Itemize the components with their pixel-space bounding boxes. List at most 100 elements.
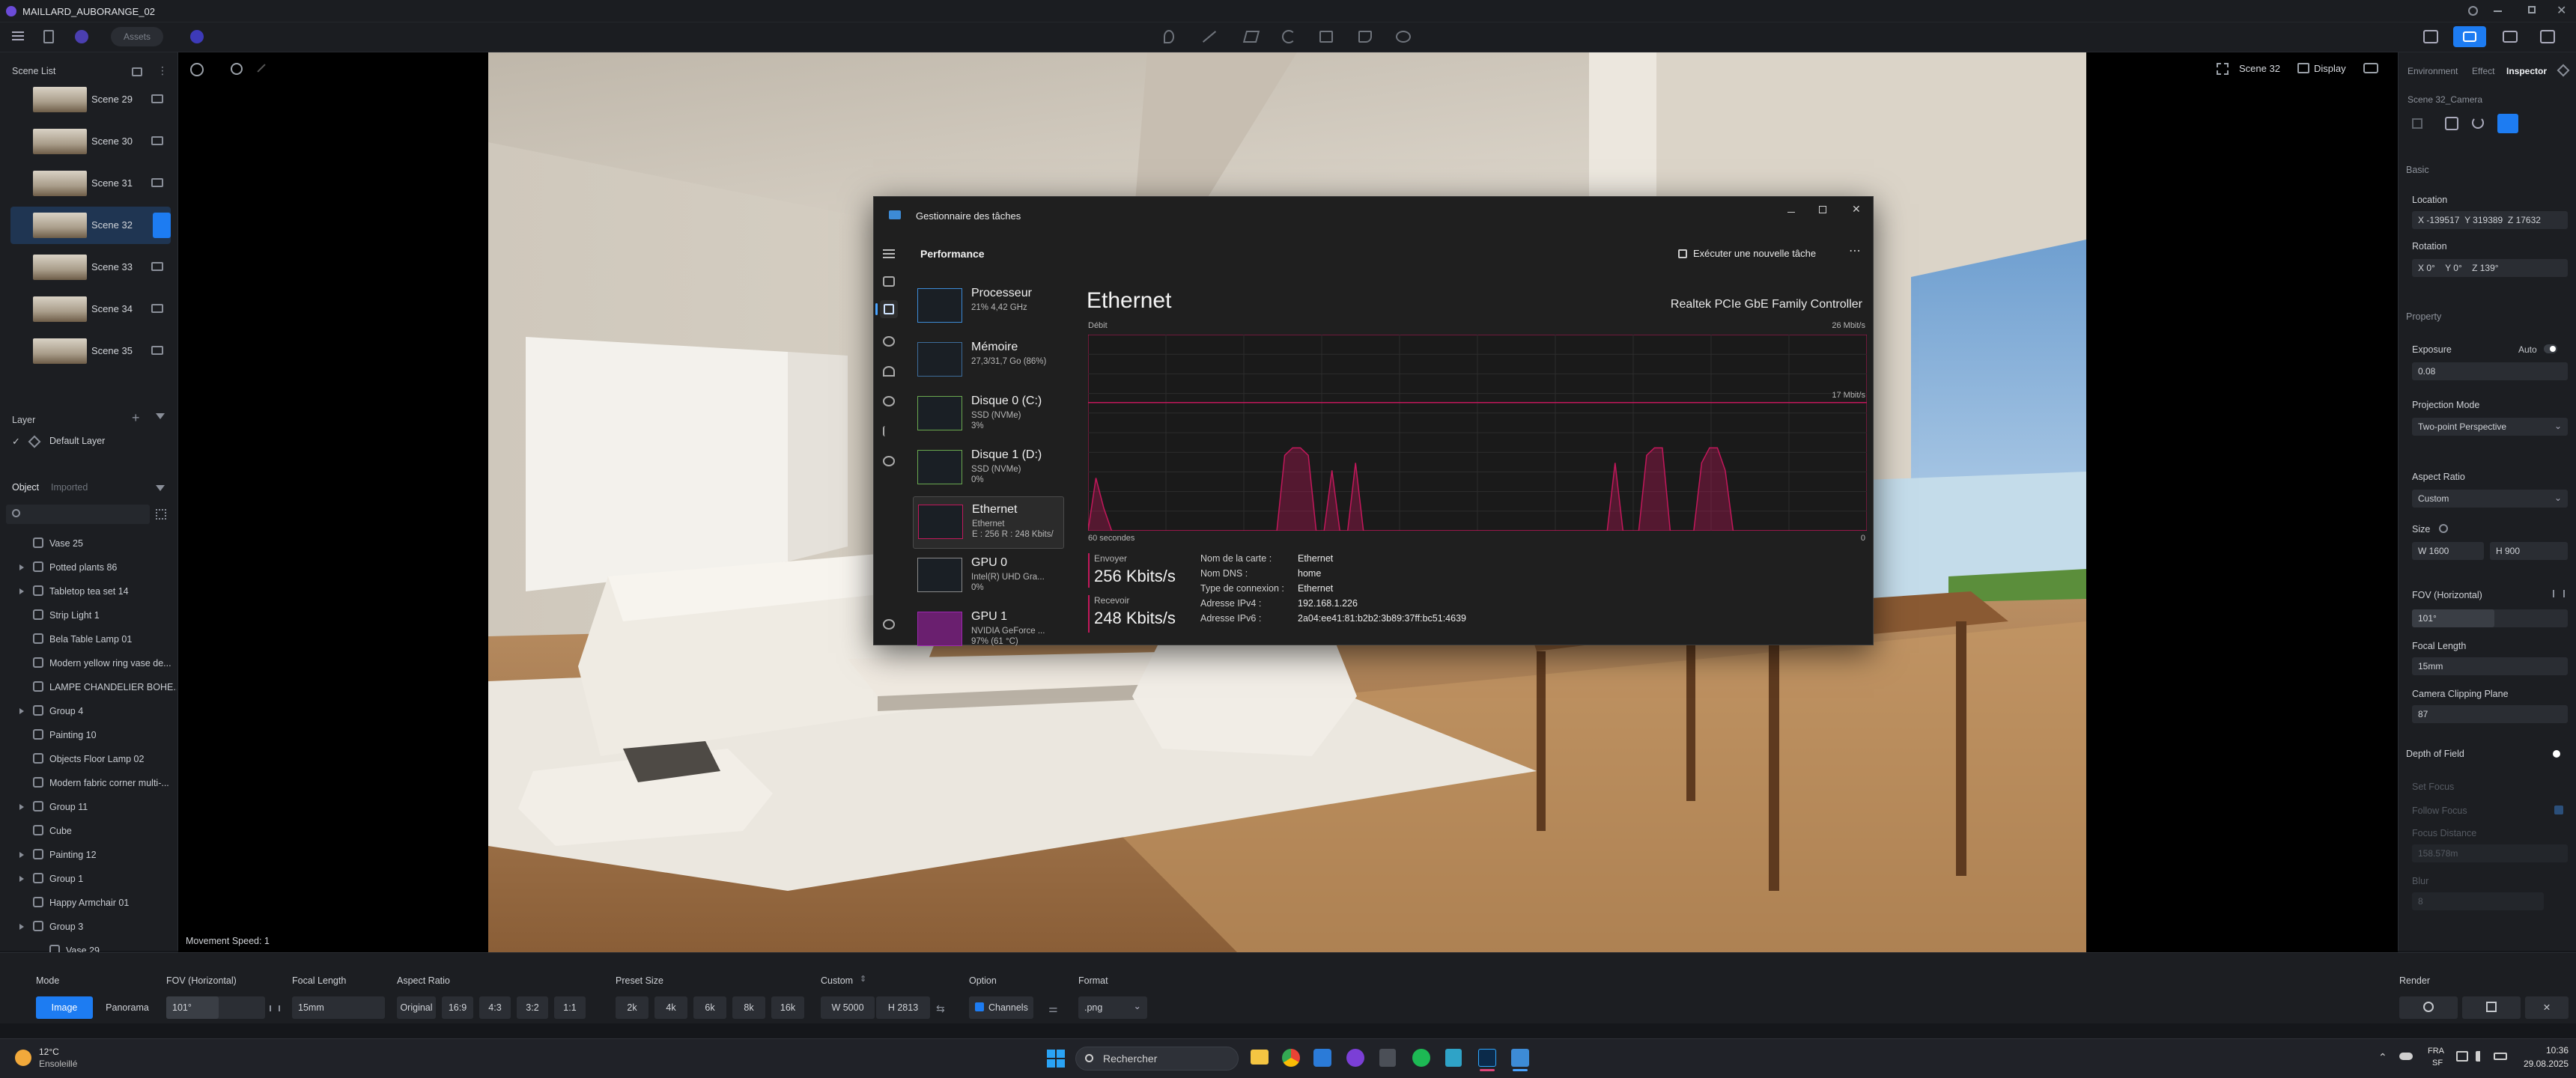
menu-icon[interactable] <box>12 31 24 40</box>
chrome-icon[interactable] <box>1282 1049 1300 1067</box>
layout-tool-icon[interactable] <box>1319 31 1333 43</box>
new-task-button[interactable]: Exécuter une nouvelle tâche <box>1678 248 1816 259</box>
check-icon[interactable]: ✓ <box>12 436 20 448</box>
format-select[interactable]: .png ⌄ <box>1078 996 1147 1019</box>
object-row[interactable]: Potted plants 86 <box>0 555 178 579</box>
unlink-icon[interactable] <box>2439 524 2448 533</box>
property-heading[interactable]: Property <box>2406 311 2441 322</box>
expand-arrow-icon[interactable] <box>19 804 24 810</box>
more-icon[interactable]: ⋮ <box>157 64 168 77</box>
weather-icon[interactable] <box>15 1050 31 1066</box>
object-row[interactable]: Group 11 <box>0 795 178 819</box>
scene-item[interactable]: Scene 30 <box>10 123 171 160</box>
aspect-ratio-select[interactable]: Custom ⌄ <box>2412 490 2568 508</box>
scene-item[interactable]: Scene 33 <box>10 249 171 286</box>
fov-expand-icon[interactable] <box>2553 590 2565 597</box>
planet-icon[interactable] <box>190 30 204 43</box>
task-manager-window[interactable]: Gestionnaire des tâches ✕ Performance Ex… <box>873 196 1874 646</box>
performance-item[interactable]: Ethernet Ethernet E : 256 R : 248 Kbits/ <box>913 496 1064 549</box>
language-sf[interactable]: SF <box>2432 1059 2443 1068</box>
target-icon[interactable] <box>2445 117 2458 130</box>
tab-effect[interactable]: Effect <box>2472 66 2494 76</box>
language-fra[interactable]: FRA <box>2428 1047 2444 1056</box>
aspect-option-button[interactable]: 1:1 <box>554 996 586 1019</box>
tag-tool-icon[interactable] <box>1358 31 1372 43</box>
fov-width-icon[interactable] <box>270 1005 280 1011</box>
layers-tool-icon[interactable] <box>1396 31 1411 43</box>
custom-sort-icon[interactable]: ⇕ <box>860 974 866 984</box>
scene-item[interactable]: Scene 32 <box>10 207 171 244</box>
object-row[interactable]: Cube <box>0 819 178 843</box>
object-row[interactable]: Happy Armchair 01 <box>0 891 178 915</box>
exposure-auto-toggle[interactable] <box>2544 344 2557 353</box>
object-row[interactable]: LAMPE CHANDELIER BOHE... <box>0 675 178 699</box>
object-row[interactable]: Group 1 <box>0 867 178 891</box>
performance-item[interactable]: GPU 0 Intel(R) UHD Gra... 0% <box>913 550 1064 603</box>
preset-size-button[interactable]: 8k <box>732 996 765 1019</box>
dof-toggle[interactable] <box>2553 750 2560 758</box>
object-row[interactable]: Objects Floor Lamp 02 <box>0 747 178 771</box>
pin-icon[interactable] <box>2557 64 2570 77</box>
performance-item[interactable]: GPU 1 NVIDIA GeForce ... 97% (61 °C) <box>913 604 1064 657</box>
photoshop-icon[interactable] <box>1478 1049 1496 1067</box>
fov-slider[interactable]: 101° <box>2412 609 2568 627</box>
users-icon[interactable] <box>883 396 895 406</box>
app-store-icon[interactable] <box>1313 1049 1331 1067</box>
option-settings-icon[interactable]: ⚌ <box>1048 1002 1058 1015</box>
globe-icon[interactable] <box>75 30 88 43</box>
camera-icon[interactable] <box>153 213 171 238</box>
frame-icon[interactable] <box>2412 118 2422 129</box>
shape-tool-icon[interactable] <box>1242 31 1260 43</box>
camera-icon[interactable] <box>151 262 163 271</box>
focal-bottom-field[interactable]: 15mm <box>292 996 385 1019</box>
follow-focus-checkbox[interactable] <box>2554 806 2563 814</box>
tm-minimize-button[interactable] <box>1787 212 1795 213</box>
reset-icon[interactable] <box>2472 117 2484 129</box>
object-row[interactable]: Vase 25 <box>0 532 178 555</box>
camera-icon[interactable] <box>151 136 163 145</box>
volume-icon[interactable] <box>2476 1051 2486 1062</box>
exposure-slider[interactable]: 0.08 <box>2412 362 2568 380</box>
processes-icon[interactable] <box>883 276 895 287</box>
channels-button[interactable]: Channels <box>969 996 1033 1019</box>
scene-camera-icon[interactable] <box>2217 63 2229 75</box>
object-row[interactable]: Strip Light 1 <box>0 603 178 627</box>
pin-tool-icon[interactable] <box>1164 30 1174 43</box>
clock-time[interactable]: 10:36 <box>2524 1045 2569 1056</box>
preset-size-button[interactable]: 16k <box>771 996 804 1019</box>
battery-icon[interactable] <box>2494 1053 2507 1060</box>
tab-imported[interactable]: Imported <box>51 482 88 493</box>
object-row[interactable]: Tabletop tea set 14 <box>0 579 178 603</box>
expand-arrow-icon[interactable] <box>19 708 24 714</box>
basic-heading[interactable]: Basic <box>2406 165 2429 175</box>
inbox-icon[interactable] <box>2540 30 2555 43</box>
object-row[interactable]: Modern yellow ring vase de... <box>0 651 178 675</box>
rotate-tool-icon[interactable] <box>1282 30 1295 43</box>
mode-image-button[interactable]: Image <box>36 996 93 1019</box>
performance-item[interactable]: Mémoire 27,3/31,7 Go (86%) <box>913 335 1064 387</box>
services-icon[interactable] <box>883 456 895 466</box>
maximize-button[interactable] <box>2528 6 2536 13</box>
help-icon[interactable] <box>2468 6 2478 16</box>
spotify-icon[interactable] <box>1412 1049 1430 1067</box>
add-layer-icon[interactable]: + <box>132 410 140 426</box>
video-icon[interactable] <box>2503 31 2518 43</box>
focal-length-field[interactable]: 15mm <box>2412 657 2568 675</box>
object-row[interactable]: Group 3 <box>0 915 178 939</box>
object-row[interactable]: Painting 12 <box>0 843 178 867</box>
aspect-option-button[interactable]: 4:3 <box>479 996 511 1019</box>
object-row[interactable]: Painting 10 <box>0 723 178 747</box>
camera-icon[interactable] <box>151 178 163 187</box>
measure-tool-icon[interactable] <box>1202 31 1217 43</box>
share-icon[interactable] <box>2423 30 2438 43</box>
grid-view-icon[interactable] <box>156 509 166 520</box>
size-width-field[interactable]: W 1600 <box>2412 542 2484 560</box>
display-icon[interactable] <box>2297 63 2309 73</box>
camera-icon[interactable] <box>151 94 163 103</box>
camera-icon[interactable] <box>151 304 163 313</box>
onedrive-icon[interactable] <box>2399 1053 2413 1060</box>
performance-item[interactable]: Disque 0 (C:) SSD (NVMe) 3% <box>913 389 1064 441</box>
taskbar-search[interactable]: Rechercher <box>1075 1047 1239 1071</box>
network-icon[interactable] <box>2456 1051 2468 1062</box>
object-row[interactable]: Bela Table Lamp 01 <box>0 627 178 651</box>
